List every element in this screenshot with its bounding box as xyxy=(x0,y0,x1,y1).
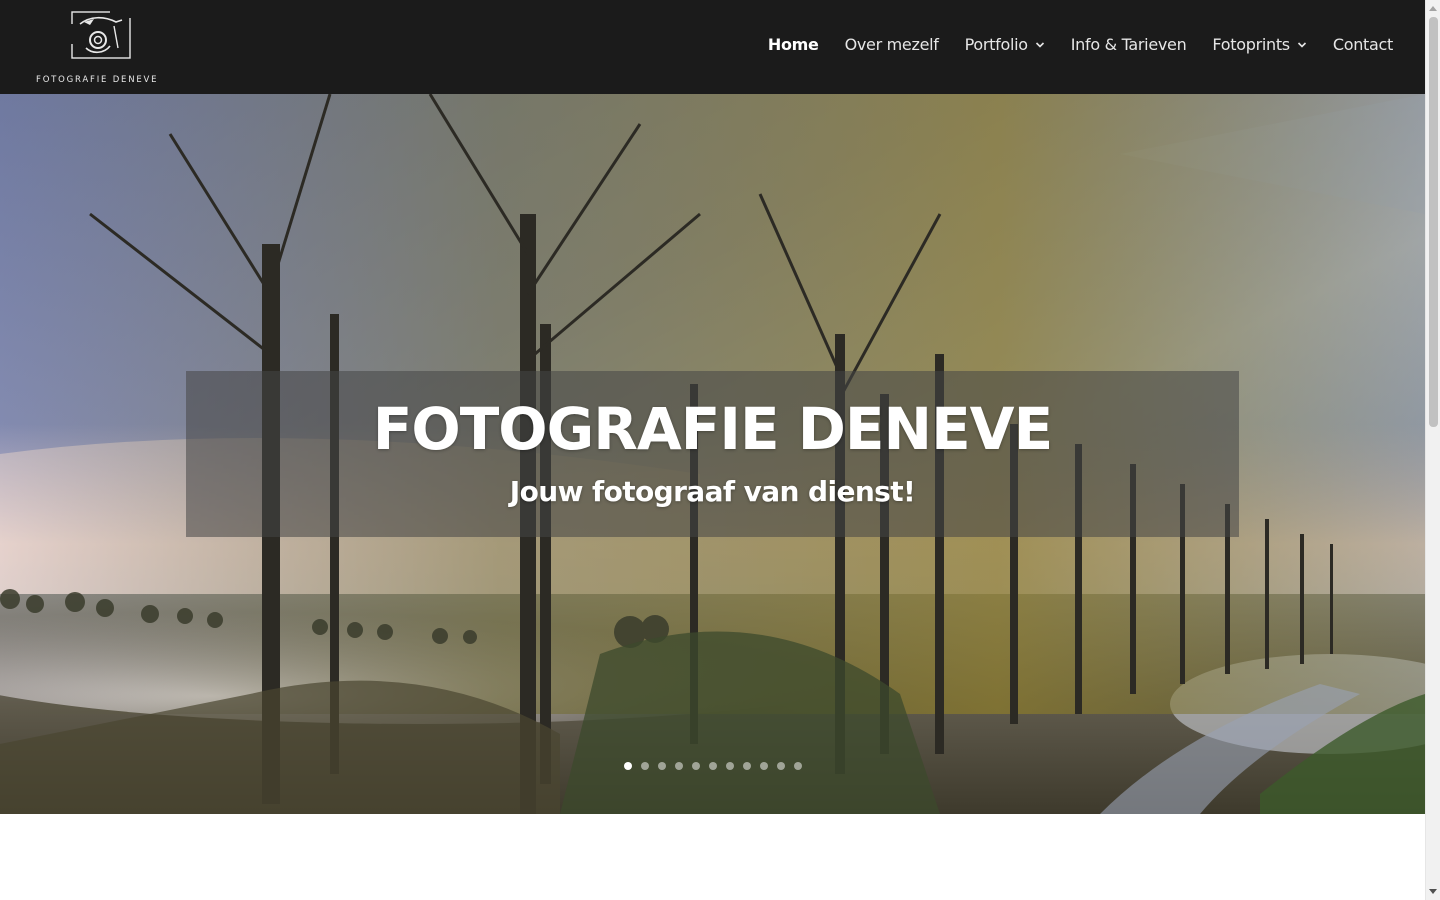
nav-item-label: Fotoprints xyxy=(1212,35,1290,54)
slider-dot[interactable] xyxy=(657,762,666,770)
chevron-down-icon xyxy=(1035,42,1044,48)
slider-dot[interactable] xyxy=(708,762,717,770)
page-scrollbar[interactable] xyxy=(1425,0,1440,900)
nav-item-over-mezelf[interactable]: Over mezelf xyxy=(845,35,939,54)
logo-wordmark: FOTOGRAFIE DENEVE xyxy=(36,75,159,85)
nav-item-info-tarieven[interactable]: Info & Tarieven xyxy=(1071,35,1187,54)
main-navigation: Home Over mezelf Portfolio Info & Tariev… xyxy=(742,35,1393,54)
slider-dot[interactable] xyxy=(759,762,768,770)
slider-dot[interactable] xyxy=(776,762,785,770)
chevron-down-icon xyxy=(1297,42,1306,48)
scroll-thumb[interactable] xyxy=(1429,17,1438,427)
hero-title: FOTOGRAFIE DENEVE xyxy=(372,395,1053,463)
nav-item-label: Over mezelf xyxy=(844,35,939,54)
nav-item-portfolio[interactable]: Portfolio xyxy=(965,35,1045,54)
hero-subtitle: Jouw fotograaf van dienst! xyxy=(509,475,916,508)
camera-logo-icon xyxy=(70,10,132,59)
slider-dot[interactable] xyxy=(793,762,802,770)
scroll-down-arrow-icon[interactable] xyxy=(1429,889,1437,894)
scroll-up-arrow-icon[interactable] xyxy=(1429,6,1437,11)
site-logo[interactable]: FOTOGRAFIE DENEVE xyxy=(36,8,166,88)
slider-dot[interactable] xyxy=(623,762,632,770)
nav-item-contact[interactable]: Contact xyxy=(1333,35,1393,54)
nav-item-fotoprints[interactable]: Fotoprints xyxy=(1212,35,1306,54)
nav-item-label: Contact xyxy=(1332,35,1393,54)
nav-item-label: Portfolio xyxy=(964,35,1028,54)
slider-dot[interactable] xyxy=(691,762,700,770)
slider-dot[interactable] xyxy=(674,762,683,770)
nav-item-home[interactable]: Home xyxy=(768,35,819,54)
nav-item-label: Home xyxy=(767,35,819,54)
nav-item-label: Info & Tarieven xyxy=(1070,35,1187,54)
slider-pagination xyxy=(0,762,1425,770)
slider-dot[interactable] xyxy=(640,762,649,770)
site-header: FOTOGRAFIE DENEVE Home Over mezelf Portf… xyxy=(0,0,1425,94)
slider-dot[interactable] xyxy=(725,762,734,770)
hero-slider: FOTOGRAFIE DENEVE Jouw fotograaf van die… xyxy=(0,94,1425,814)
slider-dot[interactable] xyxy=(742,762,751,770)
